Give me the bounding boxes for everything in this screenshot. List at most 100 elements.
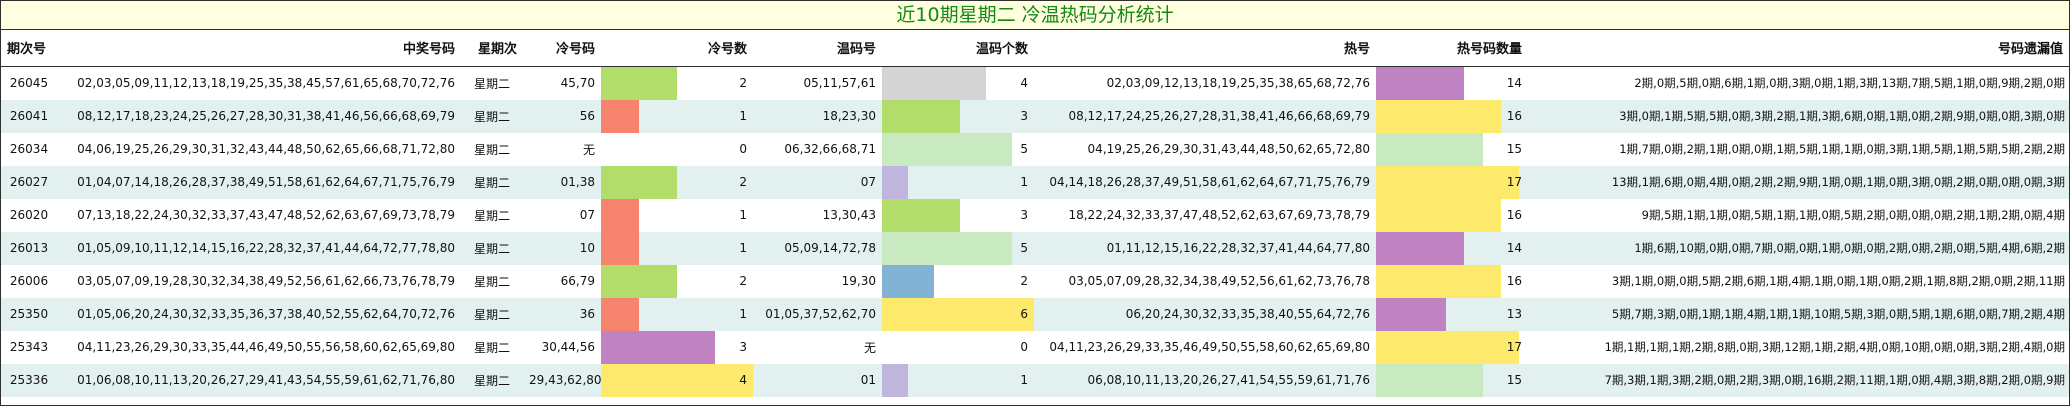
cold-cell: 66,79 bbox=[560, 274, 595, 288]
cold-count-cell-value: 2 bbox=[739, 174, 747, 189]
warm-count-cell: 2 bbox=[882, 264, 1034, 298]
header-cold-count: 冷号数 bbox=[601, 30, 753, 67]
numbers-cell: 04,06,19,25,26,29,30,31,32,43,44,48,50,6… bbox=[77, 142, 455, 156]
numbers-cell: 01,04,07,14,18,26,28,37,38,49,51,58,61,6… bbox=[57, 165, 461, 199]
missing-cell: 7期,3期,1期,3期,2期,0期,2期,3期,0期,16期,2期,11期,1期… bbox=[1528, 363, 2069, 397]
cold-cell: 无 bbox=[582, 142, 595, 157]
header-hot-count: 热号码数量 bbox=[1376, 30, 1528, 67]
hot-count-cell-value: 14 bbox=[1506, 240, 1522, 255]
stats-table: 期次号 中奖号码 星期次 冷号码 冷号数 温码号 温码个数 热号 热号码数量 号… bbox=[1, 30, 2069, 397]
hot-cell: 04,19,25,26,29,30,31,43,44,48,50,62,65,7… bbox=[1087, 142, 1370, 156]
weekday-cell: 星期二 bbox=[473, 208, 510, 223]
missing-cell: 1期,7期,0期,2期,1期,0期,0期,1期,5期,1期,1期,0期,3期,1… bbox=[1619, 142, 2065, 156]
warm-count-cell-value: 5 bbox=[1020, 141, 1028, 156]
missing-cell: 9期,5期,1期,1期,0期,5期,1期,1期,0期,5期,2期,0期,0期,0… bbox=[1641, 208, 2065, 222]
weekday-cell: 星期二 bbox=[461, 363, 523, 397]
hot-count-cell: 14 bbox=[1376, 231, 1528, 265]
warm-count-cell-value: 0 bbox=[1020, 339, 1028, 354]
table-row: 26013 01,05,09,10,11,12,14,15,16,22,28,32… bbox=[1, 231, 2069, 265]
cold-count-cell: 1 bbox=[601, 231, 753, 265]
cold-cell: 30,44,56 bbox=[541, 340, 595, 354]
warm-count-cell-value: 2 bbox=[1020, 273, 1028, 288]
numbers-cell: 03,05,07,09,19,28,30,32,34,38,49,52,56,6… bbox=[77, 274, 455, 288]
warm-count-cell-value: 3 bbox=[1020, 207, 1028, 222]
table-row: 25336 01,06,08,10,11,13,20,26,27,29,41,43… bbox=[1, 363, 2069, 397]
hot-count-cell: 16 bbox=[1376, 99, 1528, 133]
header-hot: 热号 bbox=[1034, 30, 1376, 67]
issue-cell: 26013 bbox=[1, 231, 57, 265]
cold-cell: 45,70 bbox=[560, 76, 595, 90]
warm-count-cell-value: 5 bbox=[1020, 240, 1028, 255]
warm-cell: 13,30,43 bbox=[822, 208, 876, 222]
numbers-cell: 01,05,06,20,24,30,32,33,35,36,37,38,40,5… bbox=[57, 297, 461, 331]
weekday-cell: 星期二 bbox=[461, 165, 523, 199]
cold-count-cell-value: 1 bbox=[739, 240, 747, 255]
weekday-cell: 星期二 bbox=[461, 231, 523, 265]
weekday-cell: 星期二 bbox=[461, 297, 523, 331]
warm-cell: 无 bbox=[863, 340, 876, 355]
hot-count-cell-value: 16 bbox=[1506, 108, 1522, 123]
numbers-cell: 01,06,08,10,11,13,20,26,27,29,41,43,54,5… bbox=[57, 363, 461, 397]
warm-cell: 06,32,66,68,71 bbox=[784, 142, 876, 156]
issue-cell: 26020 bbox=[9, 208, 49, 222]
warm-cell: 05,09,14,72,78 bbox=[753, 231, 882, 265]
warm-count-cell: 5 bbox=[882, 132, 1034, 166]
header-warm: 温码号 bbox=[753, 30, 882, 67]
warm-count-cell: 3 bbox=[882, 99, 1034, 133]
hot-count-cell-value: 16 bbox=[1506, 273, 1522, 288]
hot-count-cell-value: 17 bbox=[1506, 339, 1522, 354]
header-numbers: 中奖号码 bbox=[57, 30, 461, 67]
cold-count-cell: 2 bbox=[601, 66, 753, 100]
cold-count-cell-value: 1 bbox=[739, 207, 747, 222]
hot-count-cell-value: 14 bbox=[1506, 75, 1522, 90]
cold-count-cell-value: 3 bbox=[739, 339, 747, 354]
hot-count-cell: 16 bbox=[1376, 264, 1528, 298]
table-row: 25343 04,11,23,26,29,30,33,35,44,46,49,50… bbox=[1, 330, 2069, 364]
warm-count-cell: 5 bbox=[882, 231, 1034, 265]
cold-count-cell-value: 1 bbox=[739, 306, 747, 321]
cold-count-cell: 2 bbox=[601, 165, 753, 199]
missing-cell: 1期,6期,10期,0期,0期,7期,0期,0期,1期,0期,0期,2期,0期,… bbox=[1528, 231, 2069, 265]
header-weekday: 星期次 bbox=[461, 30, 523, 67]
warm-cell: 18,23,30 bbox=[753, 99, 882, 133]
cold-count-cell-value: 2 bbox=[739, 273, 747, 288]
table-row: 26020 07,13,18,22,24,30,32,33,37,43,47,48… bbox=[1, 198, 2069, 232]
cold-cell: 56 bbox=[523, 99, 601, 133]
numbers-cell: 01,05,09,10,11,12,14,15,16,22,28,32,37,4… bbox=[57, 231, 461, 265]
stats-report: 近10期星期二 冷温热码分析统计 期次号 中奖号码 星期次 冷号码 冷号数 温码… bbox=[0, 0, 2070, 406]
warm-cell: 01 bbox=[753, 363, 882, 397]
hot-count-cell: 13 bbox=[1376, 297, 1528, 331]
missing-cell: 2期,0期,5期,0期,6期,1期,0期,3期,0期,1期,3期,13期,7期,… bbox=[1634, 76, 2065, 90]
issue-cell: 25343 bbox=[9, 340, 49, 354]
hot-cell: 01,11,12,15,16,22,28,32,37,41,44,64,77,8… bbox=[1034, 231, 1376, 265]
missing-cell: 3期,0期,1期,5期,5期,0期,3期,2期,1期,3期,6期,0期,1期,0… bbox=[1528, 99, 2069, 133]
hot-count-cell-value: 17 bbox=[1506, 174, 1522, 189]
cold-count-cell-value: 4 bbox=[739, 372, 747, 387]
cold-count-cell: 1 bbox=[601, 297, 753, 331]
warm-count-cell-value: 1 bbox=[1020, 174, 1028, 189]
missing-cell: 3期,1期,0期,0期,5期,2期,6期,1期,4期,1期,0期,1期,0期,2… bbox=[1611, 274, 2065, 288]
issue-cell: 26041 bbox=[1, 99, 57, 133]
numbers-cell: 04,11,23,26,29,30,33,35,44,46,49,50,55,5… bbox=[77, 340, 455, 354]
warm-cell: 05,11,57,61 bbox=[803, 76, 876, 90]
table-row: 26006 03,05,07,09,19,28,30,32,34,38,49,52… bbox=[1, 264, 2069, 298]
table-row: 26041 08,12,17,18,23,24,25,26,27,28,30,31… bbox=[1, 99, 2069, 133]
issue-cell: 26034 bbox=[9, 142, 49, 156]
cold-count-cell: 1 bbox=[601, 198, 753, 232]
hot-cell: 06,20,24,30,32,33,35,38,40,55,64,72,76 bbox=[1034, 297, 1376, 331]
issue-cell: 26027 bbox=[1, 165, 57, 199]
weekday-cell: 星期二 bbox=[473, 340, 510, 355]
hot-count-cell-value: 15 bbox=[1506, 372, 1522, 387]
table-row: 26027 01,04,07,14,18,26,28,37,38,49,51,58… bbox=[1, 165, 2069, 199]
warm-count-cell: 4 bbox=[882, 66, 1034, 100]
hot-count-cell-value: 16 bbox=[1506, 207, 1522, 222]
warm-count-cell: 3 bbox=[882, 198, 1034, 232]
hot-count-cell: 14 bbox=[1376, 66, 1528, 100]
issue-cell: 26006 bbox=[9, 274, 49, 288]
warm-count-cell-value: 1 bbox=[1020, 372, 1028, 387]
cold-cell: 10 bbox=[523, 231, 601, 265]
missing-cell: 5期,7期,3期,0期,1期,1期,4期,1期,1期,10期,5期,3期,0期,… bbox=[1528, 297, 2069, 331]
warm-count-cell: 1 bbox=[882, 363, 1034, 397]
warm-cell: 19,30 bbox=[841, 274, 876, 288]
warm-count-cell: 6 bbox=[882, 297, 1034, 331]
